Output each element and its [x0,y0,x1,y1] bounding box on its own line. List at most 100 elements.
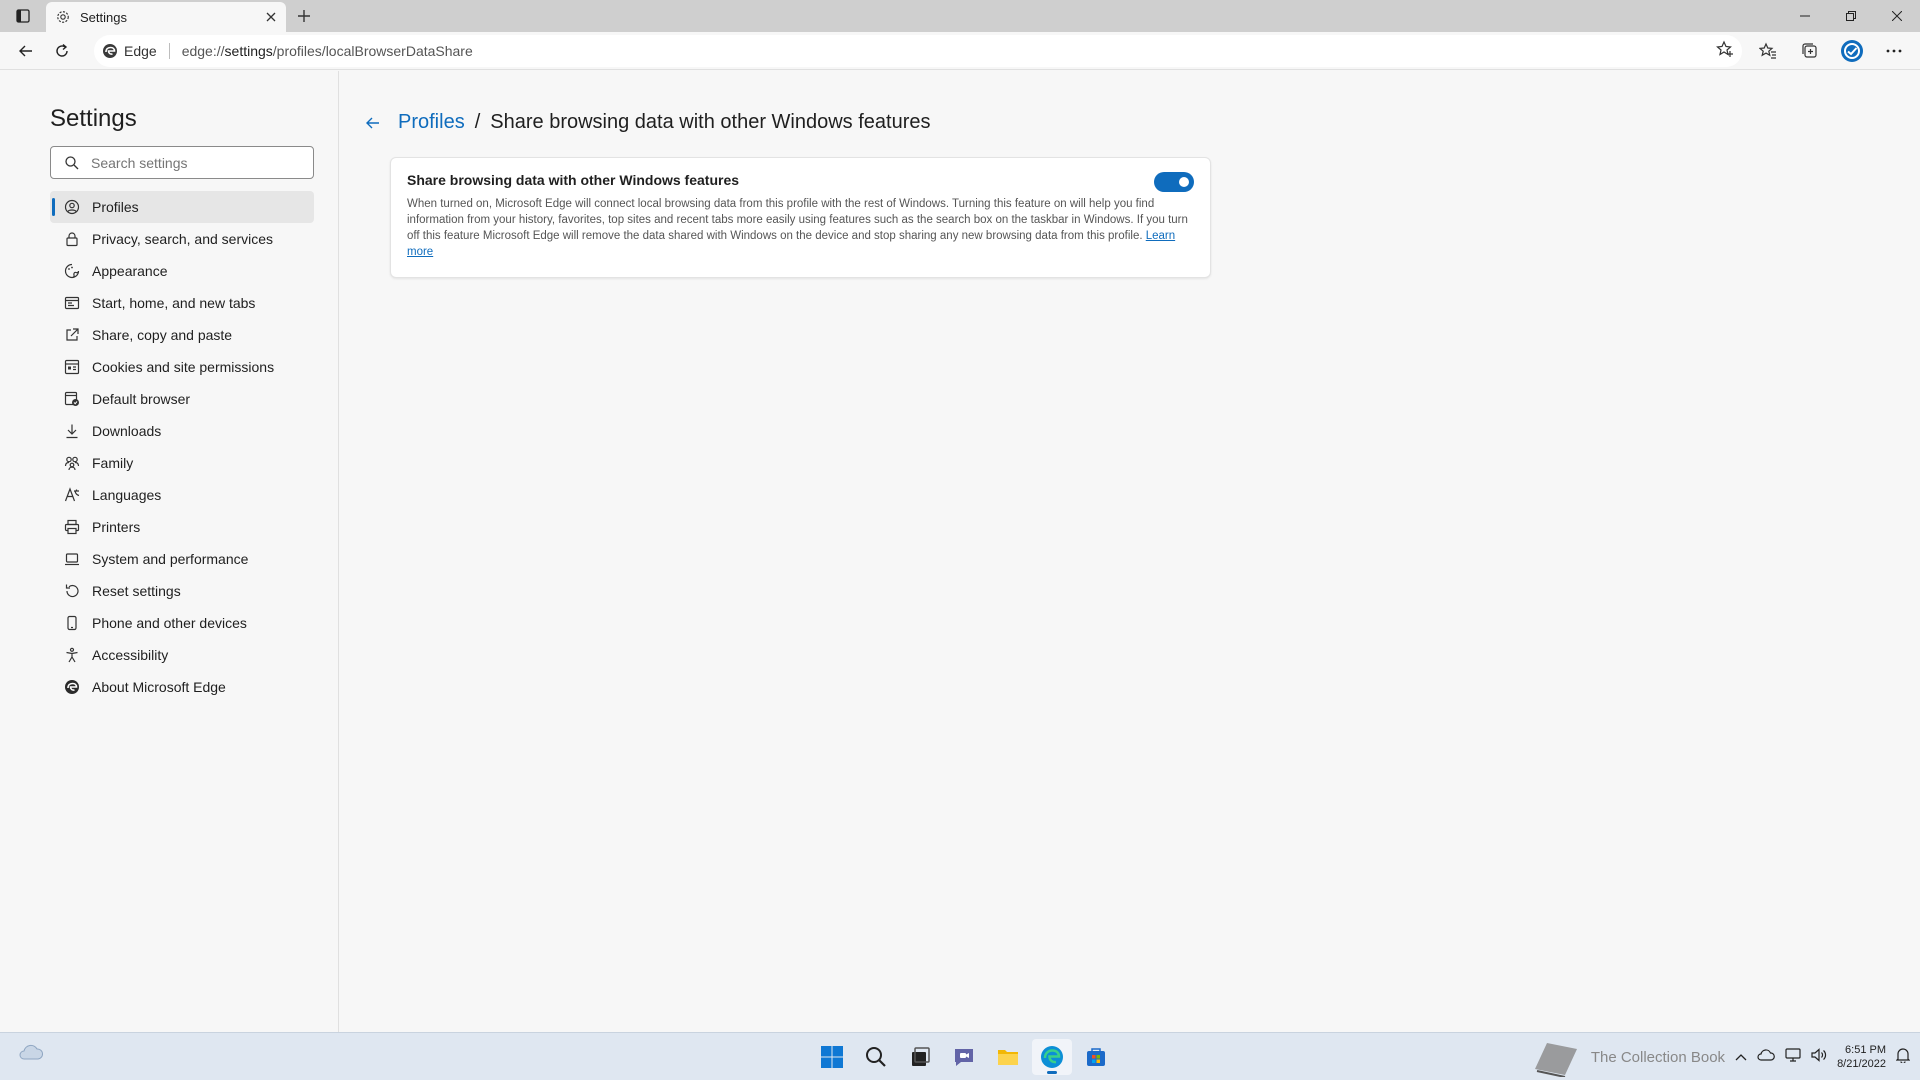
minimize-icon [1800,15,1810,17]
folder-icon [998,1050,1018,1065]
sidebar-item-system[interactable]: System and performance [50,543,314,575]
watermark-text: The Collection Book [1590,1048,1726,1066]
store-button[interactable] [1076,1039,1116,1075]
hidden-icons-button[interactable] [1735,1048,1747,1066]
weather-widget[interactable] [18,1043,44,1066]
sidebar-item-family[interactable]: Family [50,447,314,479]
sidebar-item-share-copy[interactable]: Share, copy and paste [50,319,314,351]
task-view-button[interactable] [900,1039,940,1075]
sidebar-item-label: System and performance [92,551,249,567]
chat-button[interactable] [944,1039,984,1075]
settings-content: Profiles / Share browsing data with othe… [340,71,1920,1032]
download-icon [66,424,78,439]
sidebar-item-label: Start, home, and new tabs [92,295,256,311]
close-window-button[interactable] [1874,0,1920,32]
url-text[interactable]: edge://settings/profiles/localBrowserDat… [170,43,1716,59]
restore-icon [1846,11,1856,21]
sidebar-item-label: Appearance [92,263,168,279]
sidebar-item-cookies[interactable]: Cookies and site permissions [50,351,314,383]
sidebar-item-appearance[interactable]: Appearance [50,255,314,287]
volume-button[interactable] [1811,1047,1827,1067]
sidebar-item-phone[interactable]: Phone and other devices [50,607,314,639]
add-favorite-button[interactable] [1716,40,1734,61]
new-tab-button[interactable] [286,0,322,32]
profile-button[interactable] [1834,35,1870,67]
home-tabs-icon [64,296,80,310]
favorites-button[interactable] [1750,35,1786,67]
more-menu-button[interactable] [1876,35,1912,67]
clock-date: 8/21/2022 [1837,1058,1886,1070]
sidebar-item-label: About Microsoft Edge [92,679,226,695]
toolbar-right-actions [1750,35,1912,67]
bell-icon [1895,1047,1911,1064]
breadcrumb: Profiles / Share browsing data with othe… [358,111,931,134]
sidebar-item-privacy[interactable]: Privacy, search, and services [50,223,314,255]
sidebar-item-accessibility[interactable]: Accessibility [50,639,314,671]
minimize-button[interactable] [1782,0,1828,32]
site-info-chip[interactable]: Edge [102,42,170,59]
share-data-toggle[interactable] [1154,172,1194,192]
tab-actions-button[interactable] [0,0,46,32]
sidebar-item-label: Languages [92,487,162,503]
settings-sidebar: Settings Profiles Privacy, search, and s… [0,71,339,1032]
sidebar-item-reset[interactable]: Reset settings [50,575,314,607]
tab-actions-icon [16,9,30,23]
clock[interactable]: 6:51 PM 8/21/2022 [1837,1043,1886,1071]
sidebar-item-label: Phone and other devices [92,615,247,631]
edge-logo-icon [103,43,117,58]
arrow-left-icon [19,45,32,56]
sidebar-item-label: Default browser [92,391,191,407]
taskbar-apps [812,1039,1116,1075]
breadcrumb-profiles-link[interactable]: Profiles [398,111,465,134]
close-icon [1892,11,1902,21]
sidebar-item-downloads[interactable]: Downloads [50,415,314,447]
toggle-knob [1179,177,1189,187]
title-bar: Settings [0,0,1920,32]
sidebar-item-label: Reset settings [92,583,181,599]
browser-tab-settings[interactable]: Settings [46,2,286,32]
onedrive-button[interactable] [1757,1048,1775,1067]
refresh-button[interactable] [44,35,80,67]
sidebar-item-about[interactable]: About Microsoft Edge [50,671,314,703]
accessibility-icon [66,647,78,663]
cloud-icon [1757,1048,1775,1061]
gear-icon [57,11,69,23]
lock-icon [66,232,78,247]
sidebar-item-label: Accessibility [92,647,169,663]
sidebar-item-label: Privacy, search, and services [92,231,274,247]
system-tray: The Collection Book 6:51 PM 8/21/2022 [1531,1039,1911,1077]
collections-button[interactable] [1792,35,1828,67]
star-plus-icon [1716,40,1733,57]
profile-avatar-icon [1841,39,1863,62]
cloud-icon [19,1044,44,1060]
network-button[interactable] [1785,1047,1801,1067]
sidebar-item-start-home[interactable]: Start, home, and new tabs [50,287,314,319]
notifications-button[interactable] [1895,1047,1911,1068]
back-button[interactable] [8,35,44,67]
taskbar-search-button[interactable] [856,1039,896,1075]
breadcrumb-separator: / [474,111,481,133]
collections-icon [1802,42,1817,58]
file-explorer-button[interactable] [988,1039,1028,1075]
breadcrumb-back-button[interactable] [358,115,388,131]
share-data-card: Share browsing data with other Windows f… [390,157,1211,278]
search-input[interactable] [91,154,291,171]
sidebar-item-default-browser[interactable]: Default browser [50,383,314,415]
close-icon [266,12,276,21]
close-tab-button[interactable] [266,10,276,25]
sidebar-item-languages[interactable]: Languages [50,479,314,511]
start-button[interactable] [812,1039,852,1075]
sidebar-item-profiles[interactable]: Profiles [50,191,314,223]
windows-logo-icon [821,1046,843,1068]
taskbar: The Collection Book 6:51 PM 8/21/2022 [0,1032,1920,1080]
card-description-text: When turned on, Microsoft Edge will conn… [407,198,1188,242]
search-box[interactable] [50,146,314,179]
card-title: Share browsing data with other Windows f… [407,172,740,188]
restore-button[interactable] [1828,0,1874,32]
url-prefix: edge:// [181,42,225,59]
address-bar[interactable]: Edge edge://settings/profiles/localBrows… [94,34,1742,67]
sidebar-item-printers[interactable]: Printers [50,511,314,543]
url-path: /profiles/localBrowserDataShare [272,42,473,59]
edge-taskbar-button[interactable] [1032,1039,1072,1075]
laptop-icon [65,553,79,566]
